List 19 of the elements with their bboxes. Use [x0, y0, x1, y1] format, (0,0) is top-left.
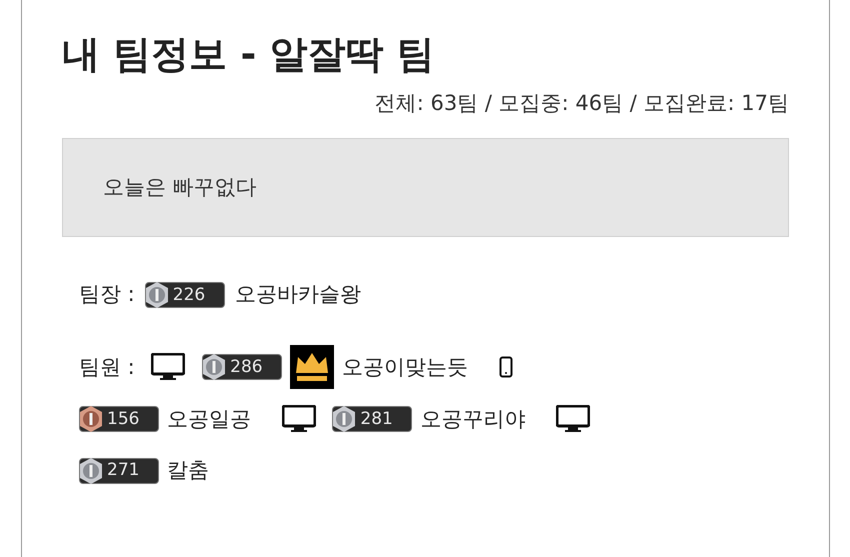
level-badge: 156: [79, 406, 159, 432]
notice-text: 오늘은 빠꾸없다: [103, 174, 257, 201]
monitor-icon: [151, 353, 186, 382]
page-title: 내 팀정보 - 알잘딱 팀: [62, 31, 435, 78]
level-badge: 226: [144, 282, 225, 308]
member-name: 칼춤: [167, 457, 209, 484]
team-stats: 전체: 63팀 / 모집중: 46팀 / 모집완료: 17팀: [374, 90, 789, 117]
monitor-icon: [282, 405, 316, 433]
member-name: 오공일공: [167, 406, 251, 432]
mobile-phone-icon: [498, 356, 513, 378]
monitor-icon: [556, 405, 590, 433]
level-badge: 281: [332, 406, 412, 432]
role-label: 팀장 :: [79, 281, 135, 308]
member-name: 오공꾸리야: [420, 406, 526, 432]
level-badge: 286: [202, 354, 282, 380]
member-name: 오공이맞는듯: [342, 354, 468, 381]
level-badge: 271: [79, 458, 159, 484]
member-name: 오공바카슬왕: [234, 281, 361, 308]
role-label: 팀원 :: [79, 354, 135, 379]
